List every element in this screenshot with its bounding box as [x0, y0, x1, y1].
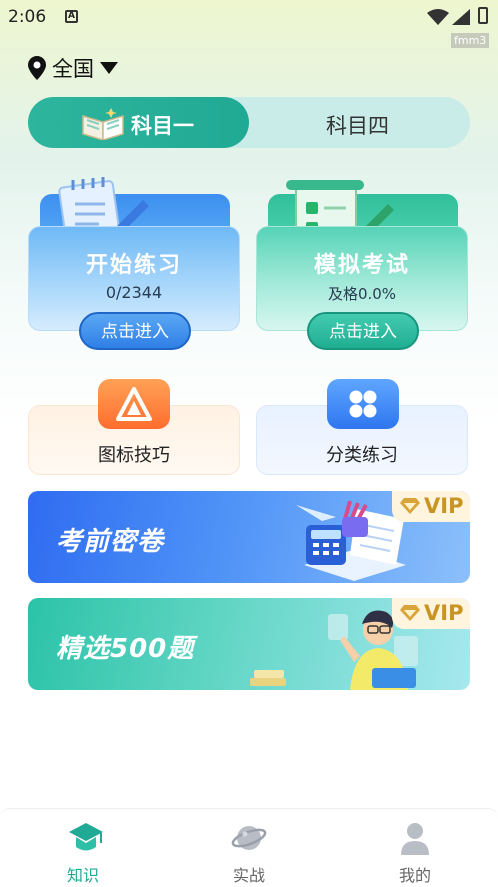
- bottom-nav: 知识 实战 我的: [0, 808, 498, 887]
- exam-title: 模拟考试: [313, 253, 410, 278]
- exam-enter-button[interactable]: 点击进入: [307, 312, 419, 350]
- watermark-label: fmm3: [451, 33, 490, 48]
- user-icon: [401, 823, 429, 855]
- status-time: 2:06: [8, 7, 47, 27]
- location-selector[interactable]: 全国: [28, 53, 118, 83]
- book-icon: [82, 108, 124, 140]
- subject-tabs: 科目一 科目四: [28, 97, 470, 148]
- practice-progress: 0/2344: [105, 283, 163, 302]
- nav-item-mine[interactable]: 我的: [332, 809, 498, 887]
- tab-subject-one[interactable]: 科目一: [28, 97, 249, 148]
- diamond-icon: [400, 498, 420, 514]
- notification-icon: A: [65, 10, 78, 23]
- nav-item-practice[interactable]: 实战: [166, 809, 332, 887]
- location-label: 全国: [52, 57, 94, 81]
- nav-label-mine: 我的: [398, 866, 431, 885]
- tab-subject-four[interactable]: 科目四: [326, 110, 389, 140]
- category-tool-label: 分类练习: [326, 445, 398, 466]
- exam-papers-banner[interactable]: 考前密卷 VIP: [28, 491, 470, 583]
- vip-badge: VIP: [392, 491, 470, 522]
- nav-label-knowledge: 知识: [66, 866, 99, 885]
- signal-icon: [452, 9, 470, 25]
- exam-papers-title: 考前密卷: [56, 527, 165, 557]
- practice-enter-button[interactable]: 点击进入: [79, 312, 191, 350]
- selected-questions-banner[interactable]: 精选500题 VIP: [28, 598, 470, 690]
- vip-label: VIP: [424, 494, 464, 518]
- wifi-icon: [427, 9, 449, 25]
- vip-badge: VIP: [392, 598, 470, 629]
- practice-title: 开始练习: [85, 253, 182, 278]
- vip-label: VIP: [424, 601, 464, 625]
- nav-label-practice: 实战: [232, 866, 265, 885]
- graduation-cap-icon: [69, 823, 103, 851]
- battery-icon: [478, 7, 488, 24]
- exam-pass-rate: 及格0.0%: [327, 285, 397, 303]
- diamond-icon: [400, 605, 420, 621]
- triangle-logo-icon: [98, 379, 170, 429]
- nav-item-knowledge[interactable]: 知识: [0, 809, 166, 887]
- selected-questions-title: 精选500题: [56, 634, 195, 664]
- planet-icon: [231, 826, 267, 850]
- four-petal-icon: [327, 379, 399, 429]
- tab-subject-one-label: 科目一: [131, 114, 194, 138]
- status-bar: 2:06 A: [0, 0, 498, 32]
- map-pin-icon: [28, 56, 46, 80]
- tips-tool-label: 图标技巧: [98, 445, 170, 466]
- caret-down-icon: [100, 62, 118, 74]
